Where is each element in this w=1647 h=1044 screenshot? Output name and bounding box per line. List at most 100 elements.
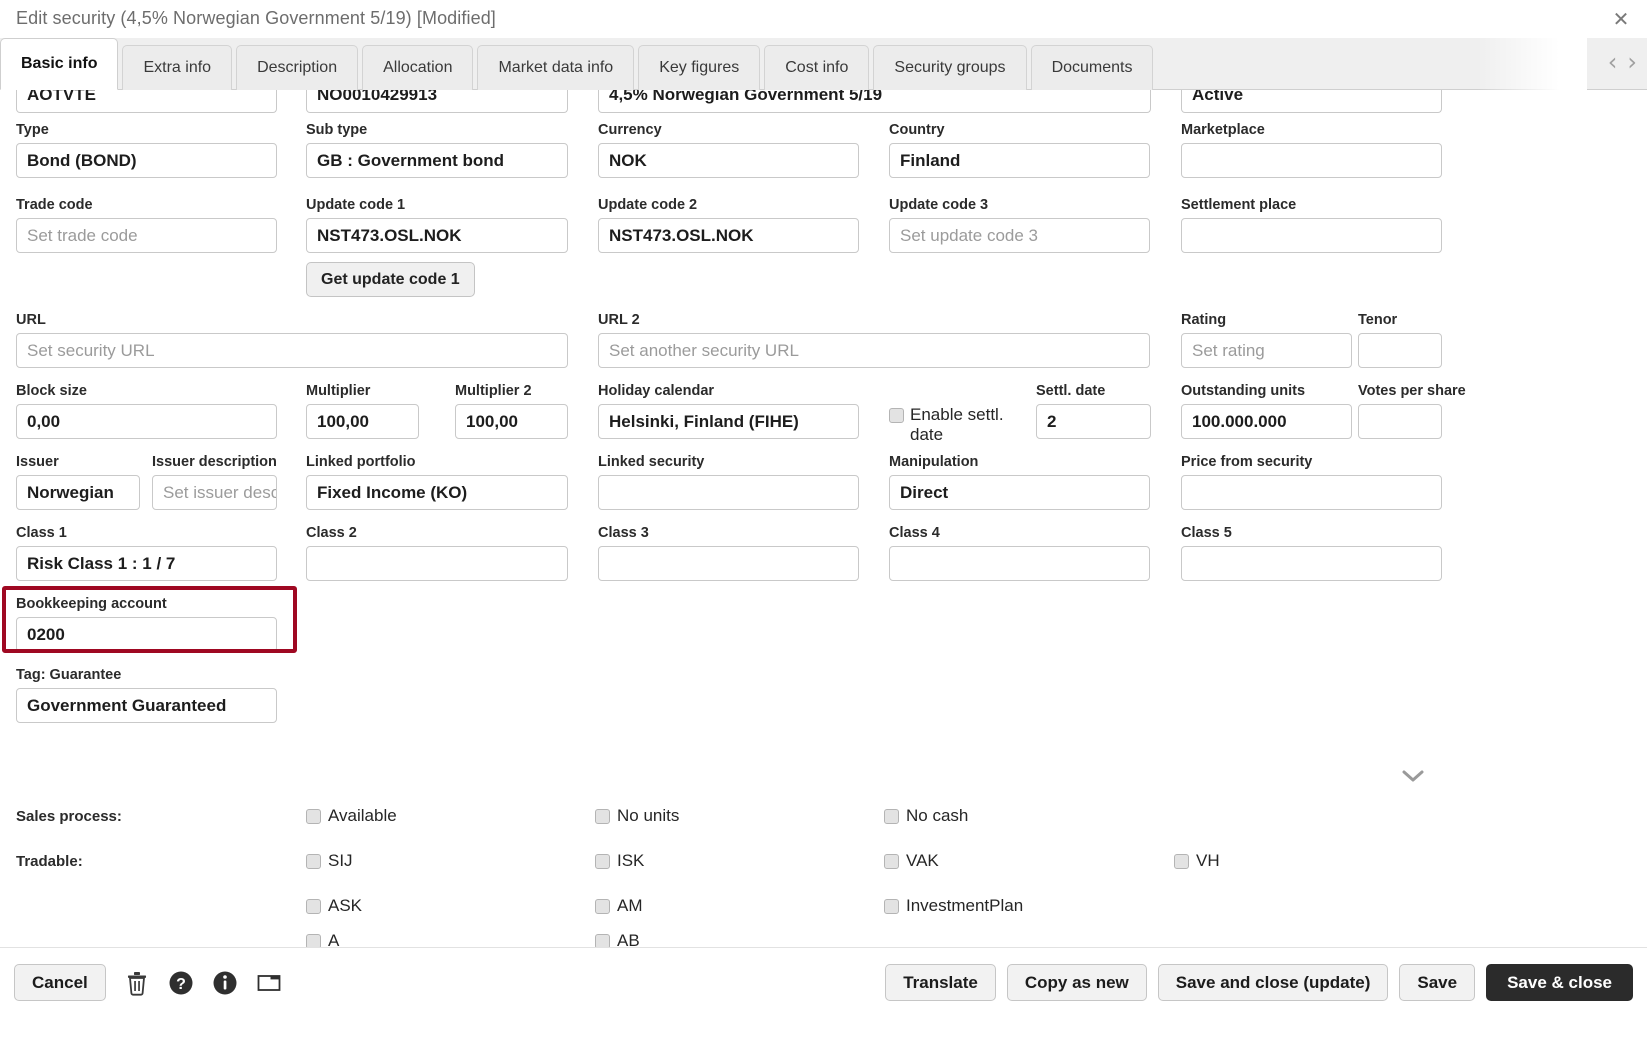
save-and-close-update-button[interactable]: Save and close (update) bbox=[1157, 964, 1389, 1001]
issuer-description-input[interactable]: Set issuer description bbox=[152, 475, 277, 510]
class-4-label: Class 4 bbox=[889, 525, 940, 541]
cancel-button[interactable]: Cancel bbox=[14, 964, 106, 1001]
settl-date-input[interactable]: 2 bbox=[1036, 404, 1151, 439]
checkbox-sij[interactable]: SIJ bbox=[306, 851, 353, 871]
class-2-select[interactable] bbox=[306, 546, 568, 581]
checkbox-no-units[interactable]: No units bbox=[595, 806, 679, 826]
checkbox-vak[interactable]: VAK bbox=[884, 851, 939, 871]
trash-icon[interactable] bbox=[124, 970, 150, 996]
checkbox-box bbox=[595, 933, 610, 947]
field-issuer-description: Issuer description Set issuer descriptio… bbox=[152, 454, 277, 510]
window-icon[interactable] bbox=[256, 970, 282, 996]
status-select[interactable]: Active bbox=[1181, 90, 1442, 113]
checkbox-am[interactable]: AM bbox=[595, 896, 643, 916]
update-code-3-select[interactable]: Set update code 3 bbox=[889, 218, 1150, 253]
update-code-1-label: Update code 1 bbox=[306, 197, 406, 213]
field-manipulation: Manipulation Direct bbox=[889, 454, 1150, 510]
tab-security-groups[interactable]: Security groups bbox=[873, 45, 1027, 90]
sub-type-select[interactable]: GB : Government bond bbox=[306, 143, 568, 178]
url-input[interactable]: Set security URL bbox=[16, 333, 568, 368]
linked-security-select[interactable] bbox=[598, 475, 859, 510]
checkbox-box bbox=[595, 853, 610, 869]
multiplier-2-input[interactable]: 100,00 bbox=[455, 404, 568, 439]
holiday-calendar-label: Holiday calendar bbox=[598, 383, 715, 399]
checkbox-box bbox=[595, 898, 610, 914]
block-size-input[interactable]: 0,00 bbox=[16, 404, 277, 439]
help-icon[interactable]: ? bbox=[168, 970, 194, 996]
currency-select[interactable]: NOK bbox=[598, 143, 859, 178]
checkbox-ask[interactable]: ASK bbox=[306, 896, 362, 916]
field-update-code-3: Update code 3 Set update code 3 bbox=[889, 197, 1150, 253]
tab-market-data-info[interactable]: Market data info bbox=[477, 45, 635, 90]
manipulation-select[interactable]: Direct bbox=[889, 475, 1150, 510]
class-5-select[interactable] bbox=[1181, 546, 1442, 581]
info-icon[interactable] bbox=[212, 970, 238, 996]
tab-basic-info[interactable]: Basic info bbox=[0, 38, 119, 90]
holiday-calendar-select[interactable]: Helsinki, Finland (FIHE) bbox=[598, 404, 859, 439]
tab-label: Description bbox=[257, 59, 338, 76]
country-select[interactable]: Finland bbox=[889, 143, 1150, 178]
url-2-input[interactable]: Set another security URL bbox=[598, 333, 1150, 368]
copy-as-new-button[interactable]: Copy as new bbox=[1006, 964, 1147, 1001]
checkbox-no-cash[interactable]: No cash bbox=[884, 806, 968, 826]
tab-documents[interactable]: Documents bbox=[1030, 45, 1154, 90]
bookkeeping-account-input[interactable]: 0200 bbox=[16, 617, 277, 652]
update-code-2-select[interactable]: NST473.OSL.NOK bbox=[598, 218, 859, 253]
trade-code-input[interactable]: Set trade code bbox=[16, 218, 277, 253]
get-update-code-1-wrap: Get update code 1 bbox=[306, 262, 475, 297]
checkbox-isk[interactable]: ISK bbox=[595, 851, 644, 871]
field-class-1: Class 1 Risk Class 1 : 1 / 7 bbox=[16, 525, 277, 581]
rating-input[interactable]: Set rating bbox=[1181, 333, 1352, 368]
isin-input[interactable]: NO0010429913 bbox=[306, 90, 568, 113]
update-code-2-label: Update code 2 bbox=[598, 197, 698, 213]
save-and-close-button[interactable]: Save & close bbox=[1486, 964, 1633, 1001]
save-button[interactable]: Save bbox=[1399, 964, 1476, 1001]
tag-guarantee-label: Tag: Guarantee bbox=[16, 667, 122, 683]
security-name-input[interactable]: 4,5% Norwegian Government 5/19 bbox=[598, 90, 1151, 113]
tab-extra-info[interactable]: Extra info bbox=[122, 45, 233, 90]
enable-settl-date-checkbox[interactable]: Enable settl. date bbox=[889, 405, 1020, 445]
outstanding-units-label: Outstanding units bbox=[1181, 383, 1306, 399]
class-1-select[interactable]: Risk Class 1 : 1 / 7 bbox=[16, 546, 277, 581]
field-multiplier-2: Multiplier 2 100,00 bbox=[455, 383, 568, 439]
code-input[interactable]: AOTVTE bbox=[16, 90, 277, 113]
close-icon[interactable]: ✕ bbox=[1609, 8, 1633, 30]
multiplier-input[interactable]: 100,00 bbox=[306, 404, 419, 439]
update-code-1-select[interactable]: NST473.OSL.NOK bbox=[306, 218, 568, 253]
field-trade-code: Trade code Set trade code bbox=[16, 197, 277, 253]
tag-guarantee-select[interactable]: Government Guaranteed bbox=[16, 688, 277, 723]
field-country: Country Finland bbox=[889, 122, 1150, 178]
translate-button[interactable]: Translate bbox=[885, 964, 996, 1001]
linked-portfolio-select[interactable]: Fixed Income (KO) bbox=[306, 475, 568, 510]
tab-allocation[interactable]: Allocation bbox=[362, 45, 474, 90]
class-4-select[interactable] bbox=[889, 546, 1150, 581]
footer-left-actions: Cancel ? bbox=[14, 964, 282, 1001]
checkbox-ab[interactable]: AB bbox=[595, 931, 640, 947]
get-update-code-1-button[interactable]: Get update code 1 bbox=[306, 262, 475, 297]
tab-navigation: ‹ › bbox=[1608, 50, 1637, 74]
tenor-select[interactable] bbox=[1358, 333, 1442, 368]
price-from-security-select[interactable] bbox=[1181, 475, 1442, 510]
chevron-left-icon[interactable]: ‹ bbox=[1608, 50, 1618, 74]
type-select[interactable]: Bond (BOND) bbox=[16, 143, 277, 178]
field-url-2: URL 2 Set another security URL bbox=[598, 312, 1150, 368]
checkbox-vh[interactable]: VH bbox=[1174, 851, 1220, 871]
field-price-from-security: Price from security bbox=[1181, 454, 1442, 510]
class-3-select[interactable] bbox=[598, 546, 859, 581]
settlement-place-select[interactable] bbox=[1181, 218, 1442, 253]
outstanding-units-input[interactable]: 100.000.000 bbox=[1181, 404, 1352, 439]
checkbox-investmentplan[interactable]: InvestmentPlan bbox=[884, 896, 1023, 916]
checkbox-available[interactable]: Available bbox=[306, 806, 397, 826]
tab-key-figures[interactable]: Key figures bbox=[638, 45, 761, 90]
expand-section-chevron-icon[interactable] bbox=[1400, 768, 1426, 788]
currency-label: Currency bbox=[598, 122, 662, 138]
issuer-select[interactable]: Norwegian bbox=[16, 475, 140, 510]
votes-per-share-input[interactable] bbox=[1358, 404, 1442, 439]
chevron-right-icon[interactable]: › bbox=[1627, 50, 1637, 74]
checkbox-a[interactable]: A bbox=[306, 931, 339, 947]
marketplace-select[interactable] bbox=[1181, 143, 1442, 178]
checkbox-box bbox=[595, 808, 610, 824]
tab-description[interactable]: Description bbox=[236, 45, 359, 90]
field-sub-type: Sub type GB : Government bond bbox=[306, 122, 568, 178]
tab-cost-info[interactable]: Cost info bbox=[764, 45, 870, 90]
